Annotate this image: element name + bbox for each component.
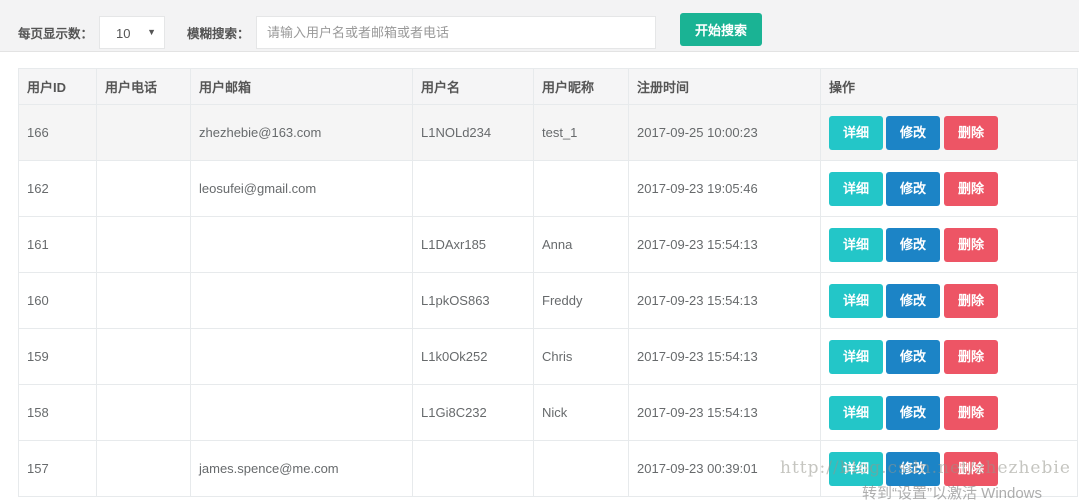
cell-time: 2017-09-23 15:54:13 bbox=[628, 328, 821, 385]
cell-nickname: Chris bbox=[533, 328, 629, 385]
edit-button[interactable]: 修改 bbox=[886, 227, 940, 262]
cell-email: james.spence@me.com bbox=[190, 440, 413, 497]
delete-button[interactable]: 删除 bbox=[944, 339, 998, 374]
cell-id: 159 bbox=[18, 328, 97, 385]
column-header: 用户昵称 bbox=[533, 68, 629, 105]
column-header: 用户名 bbox=[412, 68, 534, 105]
cell-nickname bbox=[533, 160, 629, 217]
detail-button[interactable]: 详细 bbox=[829, 339, 883, 374]
cell-username bbox=[412, 440, 534, 497]
table-row: 166 zhezhebie@163.com L1NOLd234 test_1 2017-… bbox=[18, 104, 1078, 161]
delete-button[interactable]: 删除 bbox=[944, 115, 998, 150]
cell-phone bbox=[96, 440, 191, 497]
cell-username: L1NOLd234 bbox=[412, 104, 534, 161]
cell-username: L1pkOS863 bbox=[412, 272, 534, 329]
windows-activation-watermark: 转到“设置”以激活 Windows bbox=[862, 485, 1043, 502]
cell-phone bbox=[96, 328, 191, 385]
cell-email bbox=[190, 216, 413, 273]
cell-phone bbox=[96, 384, 191, 441]
users-table: 用户ID 用户电话 用户邮箱 用户名 用户昵称 注册时间 操作 166 zhezhebie@1… bbox=[18, 68, 1078, 497]
detail-button[interactable]: 详细 bbox=[829, 227, 883, 262]
toolbar: 每页显示数： 10 ▼ 模糊搜索： 开始搜索 bbox=[0, 0, 1079, 52]
table-row: 160 L1pkOS863 Freddy 2017-09-23 15:54:13 详细修… bbox=[18, 272, 1078, 329]
cell-username: L1DAxr185 bbox=[412, 216, 534, 273]
edit-button[interactable]: 修改 bbox=[886, 395, 940, 430]
cell-nickname: Nick bbox=[533, 384, 629, 441]
search-button[interactable]: 开始搜索 bbox=[680, 13, 762, 46]
cell-nickname bbox=[533, 440, 629, 497]
caret-down-icon: ▼ bbox=[147, 27, 156, 37]
detail-button[interactable]: 详细 bbox=[829, 115, 883, 150]
detail-button[interactable]: 详细 bbox=[829, 395, 883, 430]
cell-email bbox=[190, 328, 413, 385]
cell-id: 160 bbox=[18, 272, 97, 329]
column-header: 操作 bbox=[820, 68, 1078, 105]
cell-actions: 详细 修改 删除 bbox=[820, 328, 1078, 385]
cell-email bbox=[190, 384, 413, 441]
table-header: 用户ID 用户电话 用户邮箱 用户名 用户昵称 注册时间 操作 bbox=[18, 68, 1078, 105]
column-header: 用户ID bbox=[18, 68, 97, 105]
cell-email bbox=[190, 272, 413, 329]
cell-id: 166 bbox=[18, 104, 97, 161]
delete-button[interactable]: 删除 bbox=[944, 171, 998, 206]
table-row: 158 L1Gi8C232 Nick 2017-09-23 15:54:13 详细 修改删… bbox=[18, 384, 1078, 441]
table-row: 159 L1k0Ok252 Chris 2017-09-23 15:54:13 详细 修改… bbox=[18, 328, 1078, 385]
cell-nickname: Freddy bbox=[533, 272, 629, 329]
cell-time: 2017-09-23 19:05:46 bbox=[628, 160, 821, 217]
page-size-select[interactable]: 10 ▼ bbox=[99, 16, 165, 49]
cell-phone bbox=[96, 104, 191, 161]
cell-id: 158 bbox=[18, 384, 97, 441]
cell-username: L1k0Ok252 bbox=[412, 328, 534, 385]
search-input[interactable] bbox=[256, 16, 656, 49]
column-header: 用户邮箱 bbox=[190, 68, 413, 105]
detail-button[interactable]: 详细 bbox=[829, 171, 883, 206]
edit-button[interactable]: 修改 bbox=[886, 283, 940, 318]
cell-time: 2017-09-25 10:00:23 bbox=[628, 104, 821, 161]
table-row: 161 L1DAxr185 Anna 2017-09-23 15:54:13 详细 修改删… bbox=[18, 216, 1078, 273]
cell-username bbox=[412, 160, 534, 217]
table-row: 162 leosufei@gmail.com 2017-09-23 19:05:46… bbox=[18, 160, 1078, 217]
delete-button[interactable]: 删除 bbox=[944, 283, 998, 318]
cell-phone bbox=[96, 272, 191, 329]
cell-id: 162 bbox=[18, 160, 97, 217]
page-size-value: 10 bbox=[116, 26, 131, 41]
cell-nickname: test_1 bbox=[533, 104, 629, 161]
delete-button[interactable]: 删除 bbox=[944, 227, 998, 262]
cell-actions: 详细 修改 删除 bbox=[820, 104, 1078, 161]
page-size-label: 每页显示数： bbox=[18, 27, 94, 41]
edit-button[interactable]: 修改 bbox=[886, 171, 940, 206]
delete-button[interactable]: 删除 bbox=[944, 395, 998, 430]
cell-time: 2017-09-23 15:54:13 bbox=[628, 384, 821, 441]
cell-actions: 详细 修改 删除 bbox=[820, 384, 1078, 441]
watermark-url: http://blog.csdn.net/zhezhebie bbox=[780, 458, 1071, 478]
cell-nickname: Anna bbox=[533, 216, 629, 273]
column-header: 注册时间 bbox=[628, 68, 821, 105]
column-header: 用户电话 bbox=[96, 68, 191, 105]
cell-phone bbox=[96, 160, 191, 217]
cell-phone bbox=[96, 216, 191, 273]
cell-username: L1Gi8C232 bbox=[412, 384, 534, 441]
search-label: 模糊搜索： bbox=[187, 27, 250, 41]
cell-time: 2017-09-23 15:54:13 bbox=[628, 272, 821, 329]
cell-actions: 详细 修改 删除 bbox=[820, 216, 1078, 273]
cell-actions: 详细 修改 删除 bbox=[820, 160, 1078, 217]
cell-time: 2017-09-23 15:54:13 bbox=[628, 216, 821, 273]
cell-actions: 详细 修改 删除 bbox=[820, 272, 1078, 329]
edit-button[interactable]: 修改 bbox=[886, 115, 940, 150]
edit-button[interactable]: 修改 bbox=[886, 339, 940, 374]
detail-button[interactable]: 详细 bbox=[829, 283, 883, 318]
cell-email: leosufei@gmail.com bbox=[190, 160, 413, 217]
cell-id: 161 bbox=[18, 216, 97, 273]
cell-email: zhezhebie@163.com bbox=[190, 104, 413, 161]
cell-id: 157 bbox=[18, 440, 97, 497]
